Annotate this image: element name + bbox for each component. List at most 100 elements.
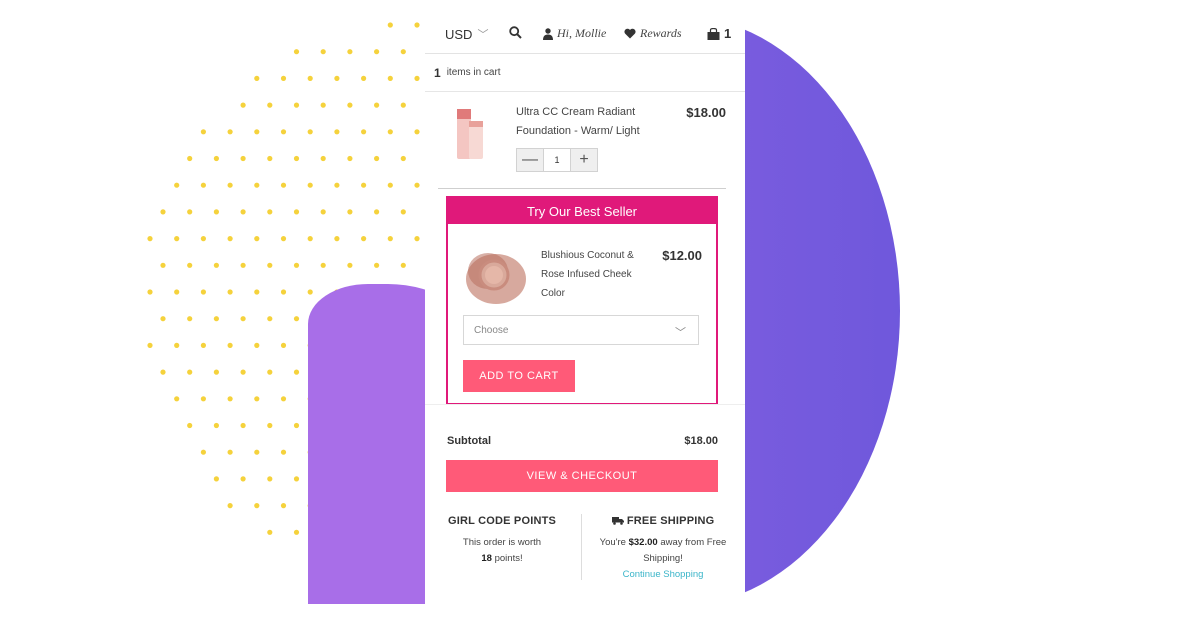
free-shipping-title-row: FREE SHIPPING: [593, 515, 733, 527]
decor-dot: [200, 289, 206, 295]
cc-cream-product-image: [457, 109, 483, 159]
decor-dot: [280, 396, 287, 402]
decor-dot: [227, 129, 233, 135]
decor-dot: [374, 102, 380, 108]
best-seller-heading: Try Our Best Seller: [448, 198, 716, 224]
section-divider: [425, 404, 745, 405]
decor-dot: [267, 262, 273, 268]
points-title: GIRL CODE POINTS: [447, 515, 557, 527]
continue-shopping-link[interactable]: Continue Shopping: [623, 569, 704, 580]
decor-dot: [254, 236, 260, 242]
decor-dot: [187, 262, 193, 268]
decor-dot: [254, 396, 260, 402]
decor-dot: [280, 75, 287, 81]
decor-dot: [200, 449, 206, 455]
girl-code-points-panel: GIRL CODE POINTS This order is worth 18 …: [443, 515, 561, 567]
cart-count: 1: [724, 26, 732, 41]
decor-dot: [267, 422, 273, 429]
decor-dot: [293, 262, 300, 268]
cart-line-item: Ultra CC Cream Radiant Foundation - Warm…: [438, 92, 726, 189]
view-and-checkout-button[interactable]: VIEW & CHECKOUT: [446, 460, 718, 492]
decor-dot: [361, 236, 367, 242]
decor-dot: [387, 75, 393, 81]
decor-dot: [347, 209, 353, 215]
decor-dot: [400, 49, 406, 55]
account-link[interactable]: Hi, Mollie: [543, 26, 606, 41]
decor-dot: [293, 49, 300, 55]
decor-dot: [187, 369, 193, 375]
rewards-text: Rewards: [640, 26, 682, 40]
decor-dot: [213, 422, 219, 429]
rewards-link[interactable]: Rewards: [624, 26, 682, 41]
decor-dot: [374, 49, 380, 55]
decor-dot: [240, 369, 246, 375]
currency-selector[interactable]: USD ﹀: [445, 26, 488, 42]
heart-icon: [624, 28, 636, 39]
decor-dot: [280, 236, 287, 242]
best-seller-upsell: Try Our Best Seller Blushious Coconut & …: [446, 196, 718, 405]
points-text-post: points!: [494, 553, 523, 564]
cart-drawer: USD ﹀ Hi, Mollie Rewards 1 1 items in ca…: [425, 15, 745, 627]
decor-dot: [280, 182, 287, 188]
decor-dot: [400, 209, 406, 215]
decor-dot: [227, 449, 233, 455]
decor-dot: [254, 503, 260, 509]
decor-dot: [347, 102, 353, 108]
decor-dot: [227, 503, 233, 509]
decor-dot: [254, 342, 260, 348]
variant-select[interactable]: Choose ﹀: [463, 315, 699, 345]
decor-dot: [200, 236, 206, 242]
items-in-cart-line: 1 items in cart: [425, 54, 745, 92]
add-to-cart-button[interactable]: ADD TO CART: [463, 360, 575, 392]
decor-dot: [227, 289, 233, 295]
decor-dot: [307, 129, 313, 135]
decor-dot: [174, 342, 180, 348]
subtotal-row: Subtotal $18.00: [447, 435, 718, 447]
decor-dot: [174, 289, 180, 295]
decor-dot: [267, 155, 273, 162]
shipping-amount: $32.00: [628, 537, 658, 548]
shipping-text: You're $32.00 away from Free Shipping! C…: [593, 535, 733, 583]
decor-dot: [361, 75, 367, 81]
best-seller-product-name[interactable]: Blushious Coconut & Rose Infused Cheek C…: [541, 246, 651, 303]
decor-dot: [374, 262, 380, 268]
decor-dot: [240, 422, 246, 429]
decor-dot: [187, 209, 193, 215]
cart-button[interactable]: 1: [707, 26, 731, 41]
decor-dot: [187, 422, 193, 429]
decor-dot: [347, 49, 353, 55]
best-seller-price: $12.00: [662, 248, 702, 263]
decor-dot: [400, 102, 406, 108]
variant-select-placeholder: Choose: [474, 324, 509, 336]
decor-dot: [387, 236, 393, 242]
decor-dot: [334, 129, 340, 135]
decor-dot: [160, 316, 166, 322]
decor-dot: [200, 342, 206, 348]
decor-dot: [414, 129, 420, 135]
decrease-quantity-button[interactable]: —: [517, 149, 543, 171]
decor-dot: [334, 182, 340, 188]
decor-dot: [307, 289, 313, 295]
shopping-bag-icon: [707, 27, 720, 40]
decor-dot: [174, 396, 180, 402]
decor-dot: [293, 529, 300, 535]
decor-dot: [374, 155, 380, 162]
decor-dot: [293, 369, 300, 375]
decor-dot: [320, 102, 326, 108]
decor-dot: [200, 396, 206, 402]
decor-dot: [200, 182, 206, 188]
decor-dot: [187, 155, 193, 162]
decor-dot: [320, 155, 326, 162]
quantity-value[interactable]: 1: [543, 149, 571, 171]
decor-dot: [400, 262, 406, 268]
decor-dot: [147, 289, 153, 295]
search-button[interactable]: [509, 26, 522, 39]
decor-dot: [240, 102, 246, 108]
cart-item-name[interactable]: Ultra CC Cream Radiant Foundation - Warm…: [516, 103, 656, 141]
decor-dot: [414, 75, 420, 81]
decor-dot: [293, 155, 300, 162]
decor-dot: [293, 102, 300, 108]
decor-dot: [240, 262, 246, 268]
decor-dot: [280, 449, 287, 455]
increase-quantity-button[interactable]: +: [571, 149, 597, 171]
